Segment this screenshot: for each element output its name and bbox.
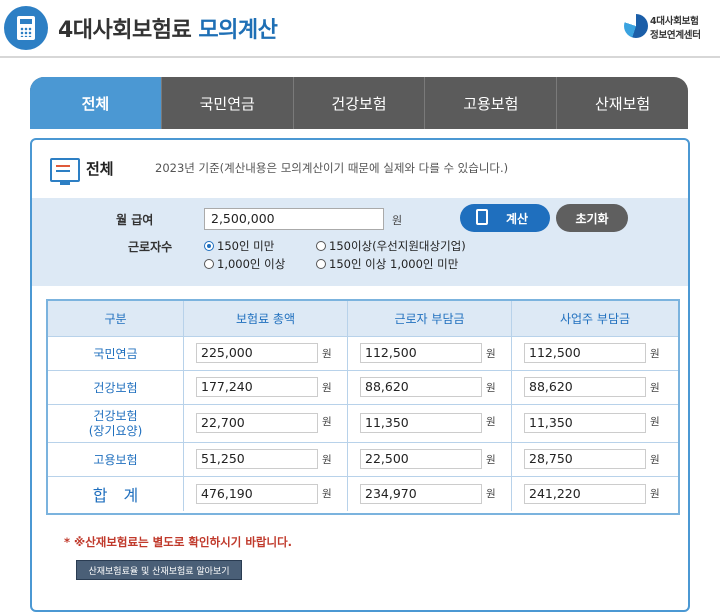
calculate-button[interactable]: 계산 bbox=[460, 204, 550, 232]
value-total: 177,240 bbox=[196, 377, 318, 397]
title-sub: 모의계산 bbox=[198, 18, 278, 43]
unit-won: 원 bbox=[650, 488, 660, 500]
value-total: 51,250 bbox=[196, 449, 318, 469]
premium-table: 구분 보험료 총액 근로자 부담금 사업주 부담금 국민연금 225,000 원… bbox=[46, 299, 680, 515]
worker-count-label: 근로자수 bbox=[128, 240, 173, 254]
header-employer: 사업주 부담금 bbox=[512, 301, 678, 336]
title-main: 4대사회보험료 bbox=[58, 18, 192, 43]
value-employee: 11,350 bbox=[360, 413, 482, 433]
monitor-icon bbox=[50, 158, 80, 185]
unit-won: 원 bbox=[322, 382, 332, 394]
unit-won: 원 bbox=[322, 416, 332, 428]
calculate-button-label: 계산 bbox=[506, 212, 529, 226]
tab-employment-insurance[interactable]: 고용보험 bbox=[424, 77, 556, 129]
industrial-accident-info-button[interactable]: 산재보험료율 및 산재보험료 알아보기 bbox=[76, 560, 242, 580]
unit-won: 원 bbox=[650, 416, 660, 428]
total-value-employer: 241,220 bbox=[524, 484, 646, 504]
tab-bar: 전체 국민연금 건강보험 고용보험 산재보험 bbox=[30, 77, 688, 129]
org-logo: 4대사회보험 정보연계센터 bbox=[624, 12, 714, 46]
unit-won: 원 bbox=[486, 382, 496, 394]
radio-dot bbox=[204, 259, 214, 269]
unit-won: 원 bbox=[322, 454, 332, 466]
value-employer: 112,500 bbox=[524, 343, 646, 363]
total-row-label: 합계 bbox=[48, 476, 184, 511]
notice-text: 2023년 기준(계산내용은 모의계산이기 때문에 실제와 다를 수 있습니다.… bbox=[155, 161, 509, 175]
calculator-panel: 전체 2023년 기준(계산내용은 모의계산이기 때문에 실제와 다를 수 있습… bbox=[30, 138, 690, 612]
salary-label: 월 급여 bbox=[116, 213, 154, 227]
radio-150-to-1000[interactable]: 150인 이상 1,000인 미만 bbox=[316, 256, 458, 272]
value-employer: 11,350 bbox=[524, 413, 646, 433]
radio-dot bbox=[316, 241, 326, 251]
total-value-total: 476,190 bbox=[196, 484, 318, 504]
tab-industrial-accident[interactable]: 산재보험 bbox=[556, 77, 688, 129]
unit-won: 원 bbox=[486, 488, 496, 500]
row-label: 국민연금 bbox=[48, 336, 184, 370]
value-employee: 112,500 bbox=[360, 343, 482, 363]
input-form: 월 급여 2,500,000 원 계산 초기화 근로자수 150인 미만 150… bbox=[32, 198, 688, 286]
value-employer: 88,620 bbox=[524, 377, 646, 397]
org-name-line1: 4대사회보험 bbox=[650, 16, 699, 27]
unit-won: 원 bbox=[650, 348, 660, 360]
header-employee: 근로자 부담금 bbox=[348, 301, 512, 336]
unit-won: 원 bbox=[322, 488, 332, 500]
unit-won: 원 bbox=[486, 348, 496, 360]
header-total: 보험료 총액 bbox=[184, 301, 348, 336]
value-total: 22,700 bbox=[196, 413, 318, 433]
unit-won: 원 bbox=[650, 454, 660, 466]
value-total: 225,000 bbox=[196, 343, 318, 363]
unit-won: 원 bbox=[486, 454, 496, 466]
page-title: 4대사회보험료 모의계산 bbox=[58, 12, 278, 44]
value-employee: 22,500 bbox=[360, 449, 482, 469]
calculator-icon bbox=[476, 209, 488, 225]
unit-won: 원 bbox=[650, 382, 660, 394]
header-category: 구분 bbox=[48, 301, 184, 336]
org-name-line2: 정보연계센터 bbox=[650, 30, 701, 41]
radio-under-150[interactable]: 150인 미만 bbox=[204, 238, 274, 254]
calculator-icon bbox=[4, 6, 48, 50]
unit-won: 원 bbox=[322, 348, 332, 360]
total-value-employee: 234,970 bbox=[360, 484, 482, 504]
row-label: 건강보험 (장기요양) bbox=[48, 404, 184, 442]
radio-dot bbox=[204, 241, 214, 251]
radio-dot bbox=[316, 259, 326, 269]
reset-button[interactable]: 초기화 bbox=[556, 204, 628, 232]
radio-over-1000[interactable]: 1,000인 이상 bbox=[204, 256, 285, 272]
salary-unit: 원 bbox=[392, 214, 403, 227]
value-employee: 88,620 bbox=[360, 377, 482, 397]
radio-150-priority[interactable]: 150이상(우선지원대상기업) bbox=[316, 238, 466, 254]
org-logo-icon bbox=[624, 14, 648, 38]
tab-national-pension[interactable]: 국민연금 bbox=[160, 77, 293, 129]
salary-input[interactable]: 2,500,000 bbox=[204, 208, 384, 230]
app-header: 4대사회보험료 모의계산 4대사회보험 정보연계센터 bbox=[0, 0, 720, 58]
value-employer: 28,750 bbox=[524, 449, 646, 469]
unit-won: 원 bbox=[486, 416, 496, 428]
tab-all[interactable]: 전체 bbox=[30, 77, 161, 129]
section-title: 전체 bbox=[86, 160, 114, 178]
row-label: 건강보험 bbox=[48, 370, 184, 404]
tab-health-insurance[interactable]: 건강보험 bbox=[292, 77, 425, 129]
warning-text: * ※산재보험료는 별도로 확인하시기 바랍니다. bbox=[64, 535, 293, 549]
row-label: 고용보험 bbox=[48, 442, 184, 476]
